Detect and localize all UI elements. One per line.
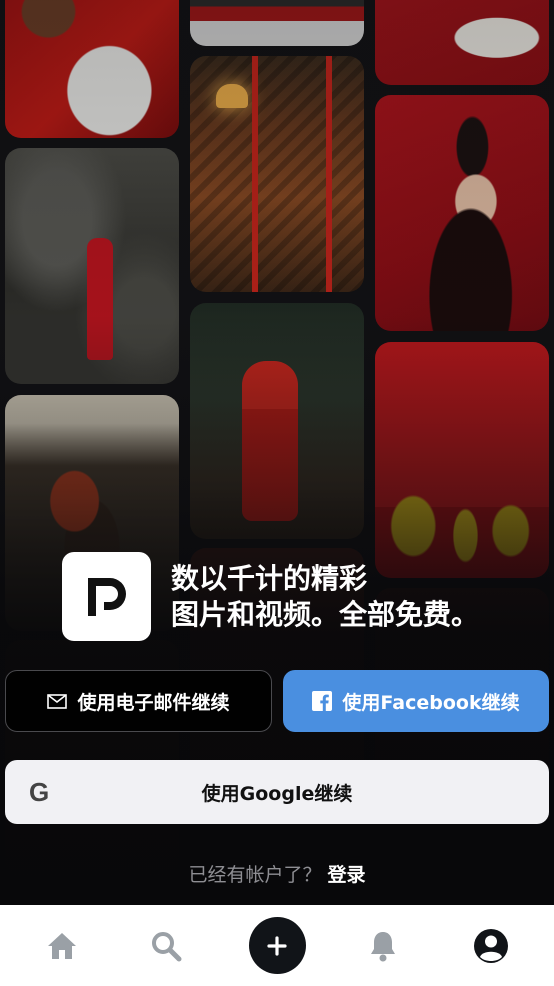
create-button[interactable] [248, 917, 306, 974]
facebook-icon [312, 691, 333, 711]
app-logo [62, 552, 151, 641]
app-screen: 数以千计的精彩 图片和视频。全部免费。 使用电子邮件继续 使用Facebook继… [0, 0, 554, 986]
mail-icon [47, 693, 68, 709]
brand-block: 数以千计的精彩 图片和视频。全部免费。 [62, 552, 479, 641]
google-button-label: 使用Google继续 [201, 782, 353, 805]
email-button-label: 使用电子邮件继续 [77, 691, 230, 714]
nav-notifications[interactable] [348, 905, 418, 986]
bottom-nav [0, 905, 554, 986]
facebook-button-label: 使用Facebook继续 [342, 691, 520, 714]
nav-home[interactable] [27, 905, 97, 986]
plus-icon [267, 935, 287, 956]
search-icon [152, 931, 182, 961]
home-icon [48, 932, 76, 959]
nav-create[interactable] [242, 905, 312, 986]
nav-profile[interactable] [456, 905, 526, 986]
tagline-line-1: 数以千计的精彩 [171, 561, 368, 595]
google-icon: G [29, 777, 50, 807]
continue-with-google-button[interactable]: G 使用Google继续 [5, 760, 549, 824]
login-row: 已经有帐户了？ 登录 [0, 860, 554, 887]
continue-with-facebook-button[interactable]: 使用Facebook继续 [283, 670, 549, 732]
tagline-line-2: 图片和视频。全部免费。 [171, 597, 480, 631]
nav-search[interactable] [131, 905, 201, 986]
continue-with-email-button[interactable]: 使用电子邮件继续 [5, 670, 272, 732]
login-link[interactable]: 登录 [328, 864, 366, 886]
logo-icon [87, 577, 126, 616]
profile-icon [474, 928, 508, 963]
tagline: 数以千计的精彩 图片和视频。全部免费。 [171, 561, 479, 633]
bell-icon [371, 931, 395, 961]
has-account-prompt: 已经有帐户了？ [188, 864, 322, 886]
